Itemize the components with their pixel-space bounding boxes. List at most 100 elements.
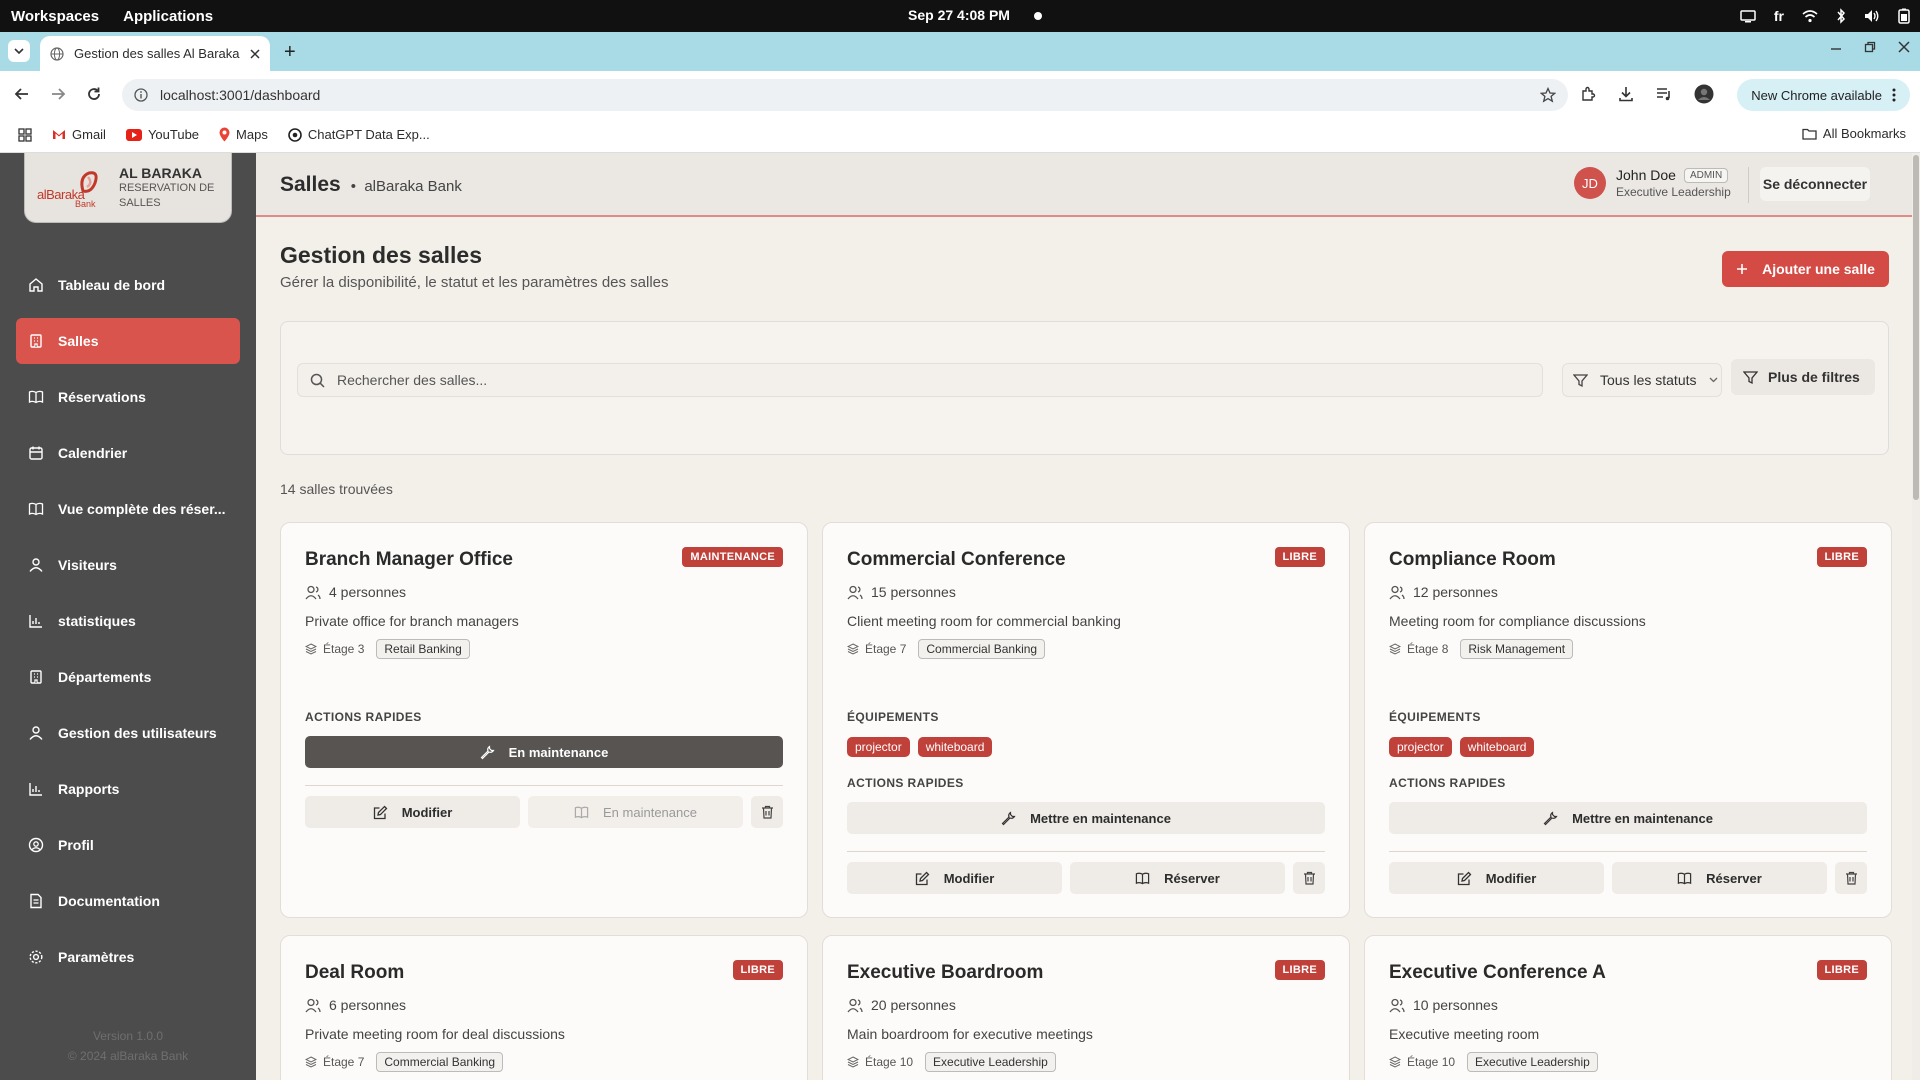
- room-meta: Étage 3 Retail Banking: [305, 639, 470, 659]
- screen-icon[interactable]: [1740, 9, 1756, 23]
- tab-search-button[interactable]: [8, 40, 30, 62]
- minimize-icon[interactable]: [1830, 41, 1842, 53]
- page-scrollbar[interactable]: [1912, 153, 1920, 1080]
- room-name: Deal Room: [305, 962, 405, 983]
- new-chrome-available-button[interactable]: New Chrome available: [1737, 79, 1910, 111]
- logout-button[interactable]: Se déconnecter: [1760, 167, 1870, 201]
- copyright-text: © 2024 alBaraka Bank: [67, 1049, 189, 1063]
- sidebar-item-gestion-utilisateurs[interactable]: Gestion des utilisateurs: [16, 710, 240, 756]
- layers-icon: [847, 1056, 859, 1068]
- forward-icon[interactable]: [50, 86, 66, 102]
- search-field[interactable]: [297, 363, 1543, 397]
- room-card: Executive Boardroom LIBRE 20 personnes M…: [822, 935, 1350, 1080]
- sidebar-item-salles[interactable]: Salles: [16, 318, 240, 364]
- sidebar-item-tableau-de-bord[interactable]: Tableau de bord: [16, 262, 240, 308]
- set-maintenance-button[interactable]: Mettre en maintenance: [1389, 802, 1867, 834]
- maximize-icon[interactable]: [1864, 41, 1876, 53]
- new-tab-button[interactable]: +: [284, 41, 296, 64]
- sidebar-item-departements[interactable]: Départements: [16, 654, 240, 700]
- reserve-button[interactable]: Réserver: [1070, 862, 1285, 894]
- delete-button[interactable]: [1293, 862, 1325, 894]
- sidebar-item-visiteurs[interactable]: Visiteurs: [16, 542, 240, 588]
- room-description: Meeting room for compliance discussions: [1389, 613, 1646, 629]
- room-card: Executive Conference A LIBRE 10 personne…: [1364, 935, 1892, 1080]
- all-bookmarks-button[interactable]: All Bookmarks: [1802, 126, 1906, 141]
- edit-button[interactable]: Modifier: [847, 862, 1062, 894]
- layers-icon: [305, 643, 317, 655]
- extensions-icon[interactable]: [1580, 86, 1596, 102]
- reserve-button-disabled[interactable]: En maintenance: [528, 796, 743, 828]
- edit-button[interactable]: Modifier: [1389, 862, 1604, 894]
- reload-icon[interactable]: [86, 86, 102, 102]
- wifi-icon[interactable]: [1802, 9, 1818, 23]
- kebab-menu-icon[interactable]: [1892, 88, 1896, 102]
- status-badge: LIBRE: [1274, 547, 1325, 567]
- apps-grid-icon[interactable]: [18, 127, 32, 142]
- keyboard-language[interactable]: fr: [1774, 8, 1784, 24]
- back-icon[interactable]: [14, 86, 30, 102]
- room-meta: Étage 10 Executive Leadership: [1389, 1052, 1598, 1072]
- room-name: Executive Boardroom: [847, 962, 1044, 983]
- bookmark-gmail[interactable]: Gmail: [52, 127, 106, 142]
- status-filter-select[interactable]: Tous les statuts: [1562, 363, 1722, 397]
- brand-logo[interactable]: alBaraka Bank AL BARAKA RESERVATION DE S…: [24, 153, 232, 223]
- address-bar[interactable]: localhost:3001/dashboard: [122, 79, 1568, 111]
- sidebar-item-parametres[interactable]: Paramètres: [16, 934, 240, 980]
- users-icon: [305, 585, 321, 599]
- media-controls-icon[interactable]: [1656, 86, 1672, 102]
- edit-icon: [1457, 871, 1472, 885]
- bookmark-chatgpt[interactable]: ChatGPT Data Exp...: [288, 127, 430, 142]
- layers-icon: [847, 643, 859, 655]
- card-divider: [847, 851, 1325, 852]
- sidebar-item-vue-complete[interactable]: Vue complète des réser...: [16, 486, 240, 532]
- sidebar-item-label: Départements: [58, 669, 152, 685]
- equipment-chip: whiteboard: [917, 737, 993, 757]
- volume-icon[interactable]: [1864, 9, 1880, 23]
- user-department: Executive Leadership: [1616, 185, 1731, 199]
- main-header: Salles • alBaraka Bank JD John Doe ADMIN …: [256, 153, 1912, 217]
- workspaces-menu[interactable]: Workspaces: [11, 8, 99, 25]
- browser-tab[interactable]: Gestion des salles Al Baraka: [40, 36, 270, 71]
- page-subtitle: Gérer la disponibilité, le statut et les…: [280, 274, 669, 291]
- close-window-icon[interactable]: [1898, 41, 1910, 53]
- bar-chart-icon: [29, 783, 42, 796]
- sidebar-item-rapports[interactable]: Rapports: [16, 766, 240, 812]
- set-maintenance-button[interactable]: Mettre en maintenance: [847, 802, 1325, 834]
- bookmark-maps[interactable]: Maps: [219, 127, 268, 142]
- bookmark-star-icon[interactable]: [1540, 87, 1556, 103]
- user-menu[interactable]: JD John Doe ADMIN Executive Leadership: [1574, 167, 1731, 199]
- sidebar-item-label: Gestion des utilisateurs: [58, 725, 217, 741]
- more-filters-button[interactable]: Plus de filtres: [1731, 359, 1875, 395]
- bluetooth-icon[interactable]: [1836, 8, 1846, 24]
- sidebar-item-profil[interactable]: Profil: [16, 822, 240, 868]
- folder-icon: [1802, 128, 1817, 140]
- edit-button[interactable]: Modifier: [305, 796, 520, 828]
- delete-button[interactable]: [751, 796, 783, 828]
- delete-button[interactable]: [1835, 862, 1867, 894]
- download-icon[interactable]: [1618, 86, 1634, 102]
- sidebar-item-documentation[interactable]: Documentation: [16, 878, 240, 924]
- site-info-icon[interactable]: [134, 88, 148, 102]
- url-text[interactable]: localhost:3001/dashboard: [160, 87, 1528, 103]
- floor-text: Étage 10: [1407, 1055, 1456, 1069]
- sidebar-item-reservations[interactable]: Réservations: [16, 374, 240, 420]
- sidebar-item-calendrier[interactable]: Calendrier: [16, 430, 240, 476]
- equipment-heading: ÉQUIPEMENTS: [847, 710, 939, 724]
- applications-menu[interactable]: Applications: [123, 8, 213, 25]
- capacity-text: 12 personnes: [1413, 584, 1498, 600]
- search-input[interactable]: [337, 372, 1517, 388]
- maintenance-status-button[interactable]: En maintenance: [305, 736, 783, 768]
- room-capacity: 10 personnes: [1389, 997, 1498, 1013]
- clock[interactable]: Sep 27 4:08 PM: [908, 7, 1010, 23]
- battery-icon[interactable]: [1898, 8, 1910, 24]
- sidebar-item-statistiques[interactable]: statistiques: [16, 598, 240, 644]
- building-icon: [30, 334, 42, 348]
- profile-avatar[interactable]: [1694, 84, 1714, 104]
- close-tab-icon[interactable]: [250, 48, 260, 59]
- add-room-button[interactable]: Ajouter une salle: [1722, 251, 1889, 287]
- reserve-button[interactable]: Réserver: [1612, 862, 1827, 894]
- bookmark-youtube[interactable]: YouTube: [125, 127, 199, 142]
- room-card: Compliance Room LIBRE 12 personnes Meeti…: [1364, 522, 1892, 918]
- room-name: Compliance Room: [1389, 549, 1556, 570]
- scrollbar-thumb[interactable]: [1913, 155, 1919, 500]
